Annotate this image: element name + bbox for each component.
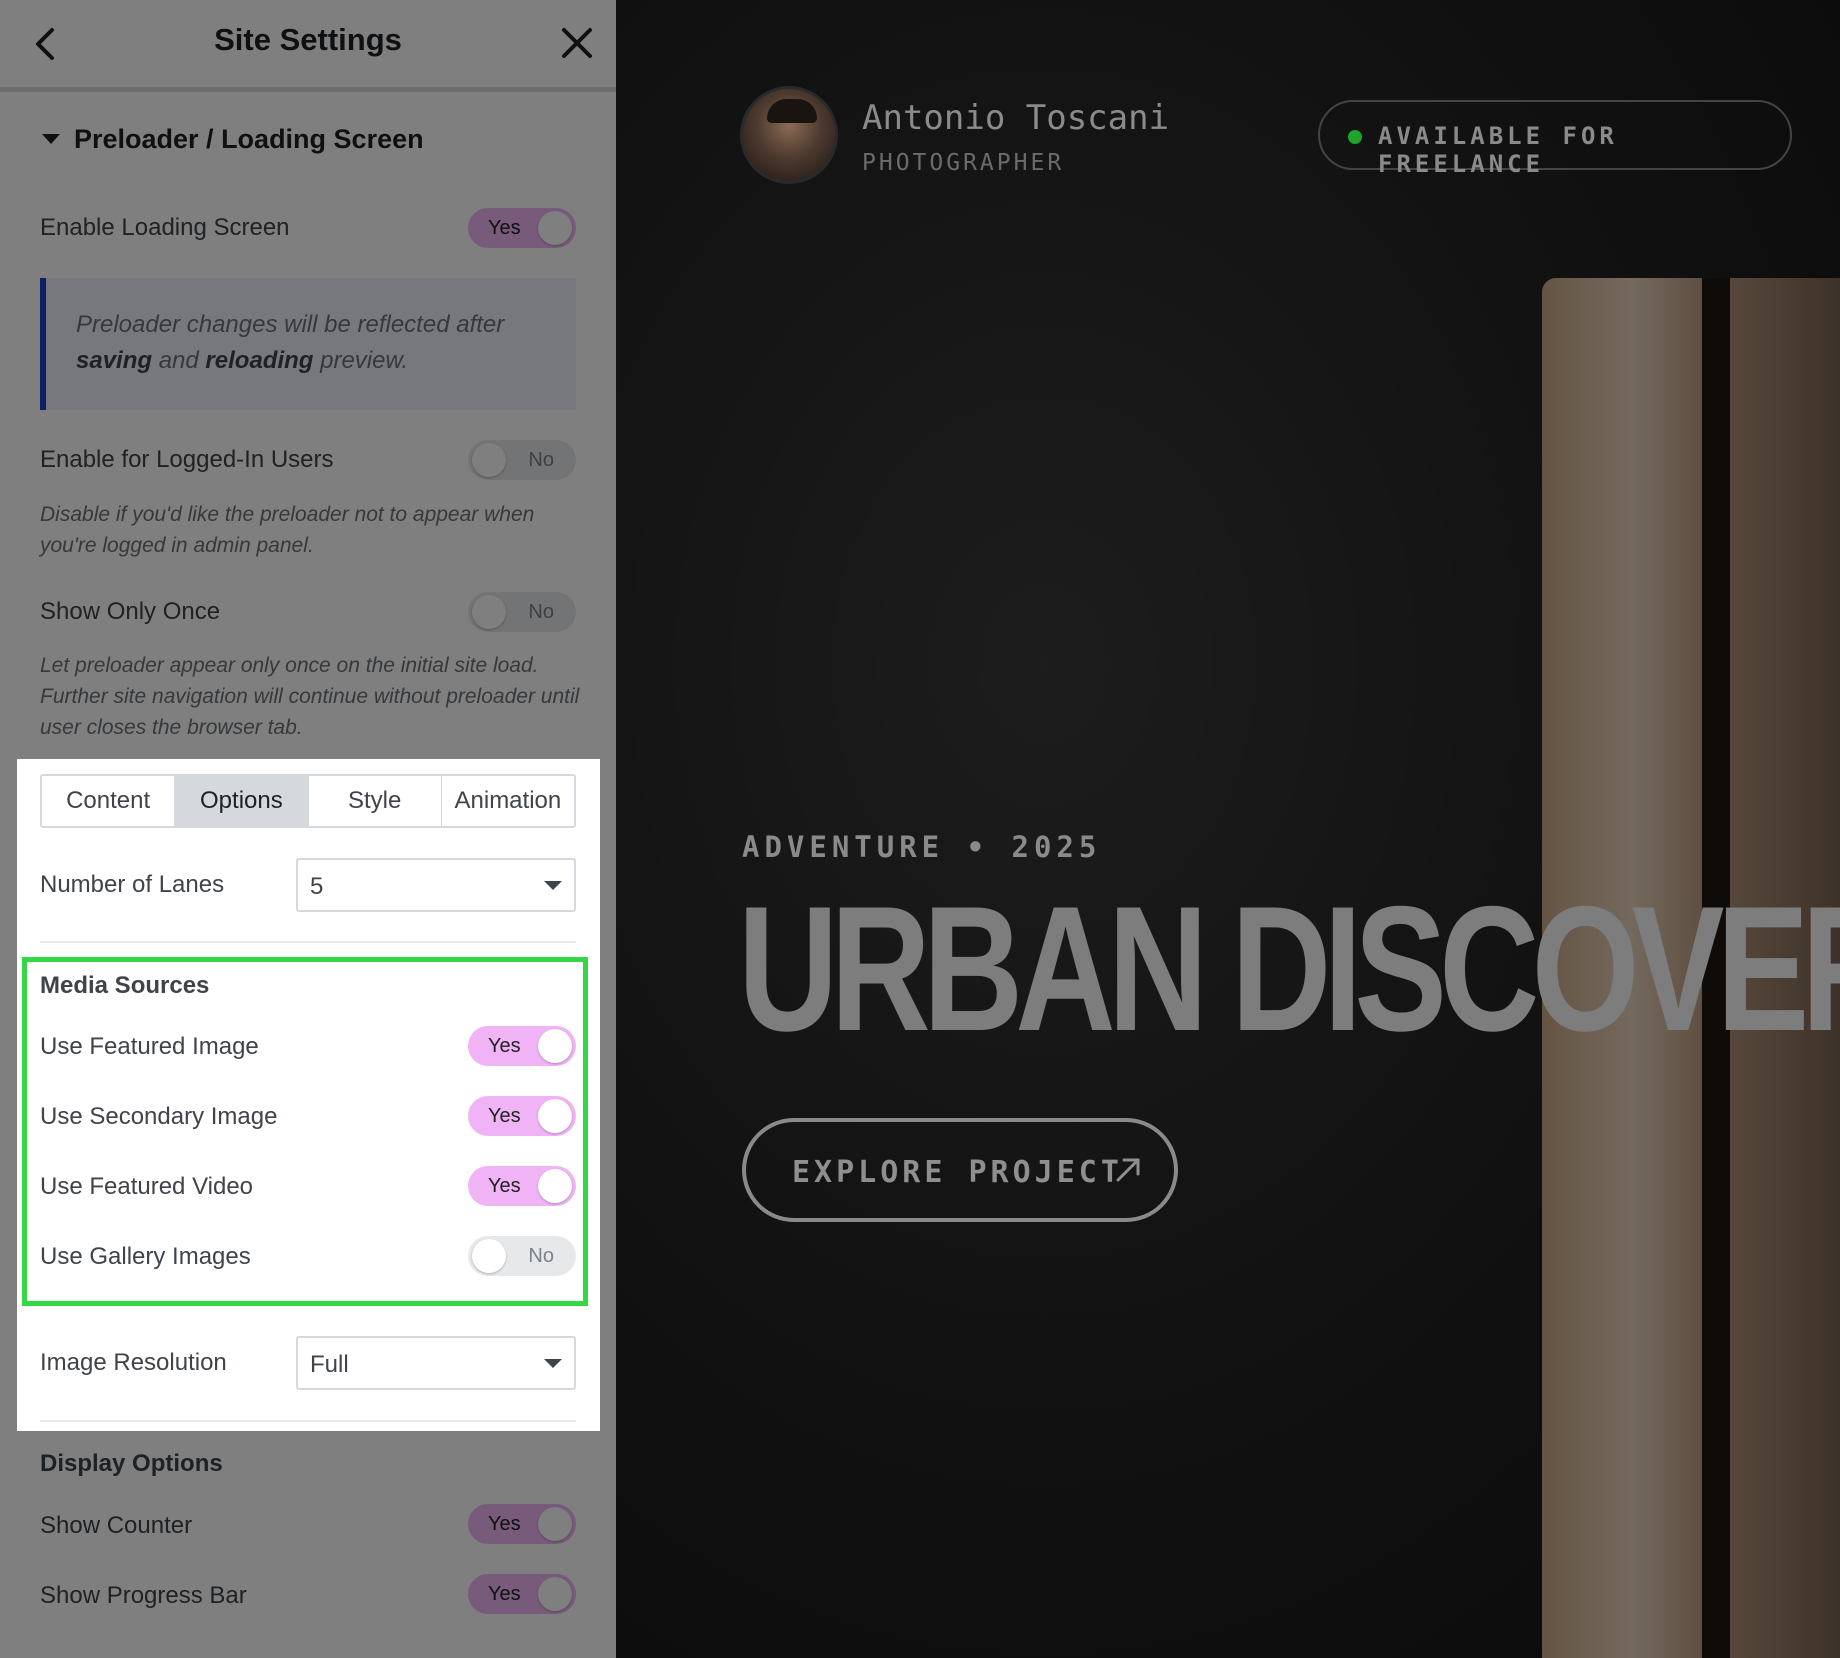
status-dot-icon bbox=[1348, 130, 1362, 144]
tab-options[interactable]: Options bbox=[175, 776, 309, 826]
tab-style[interactable]: Style bbox=[309, 776, 442, 826]
settings-tabs: Content Options Style Animation bbox=[40, 774, 576, 828]
site-preview: Antonio Toscani PHOTOGRAPHER AVAILABLE F… bbox=[616, 0, 1840, 1658]
lanes-label: Number of Lanes bbox=[40, 871, 225, 898]
explore-project-button[interactable]: EXPLORE PROJECT bbox=[742, 1118, 1178, 1222]
lanes-select[interactable]: 5 bbox=[296, 858, 576, 912]
arrow-up-right-icon bbox=[1116, 1158, 1140, 1182]
preview-dim-overlay bbox=[616, 0, 1840, 1658]
cta-label: EXPLORE PROJECT bbox=[792, 1155, 1123, 1190]
resolution-label: Image Resolution bbox=[40, 1349, 227, 1376]
availability-text: AVAILABLE FOR FREELANCE bbox=[1378, 122, 1618, 178]
resolution-select[interactable]: Full bbox=[296, 1336, 576, 1390]
highlight-frame bbox=[22, 957, 588, 1306]
dim-overlay-left bbox=[0, 759, 17, 1431]
project-headline: URBAN DISCOVERIES bbox=[738, 869, 1840, 1068]
tab-content[interactable]: Content bbox=[42, 776, 176, 826]
avatar-hair bbox=[767, 99, 817, 123]
resolution-value: Full bbox=[310, 1351, 349, 1378]
photographer-name: Antonio Toscani bbox=[862, 98, 1170, 138]
divider bbox=[40, 1420, 576, 1422]
lanes-value: 5 bbox=[310, 873, 324, 900]
dim-overlay-top bbox=[0, 0, 616, 759]
photographer-role: PHOTOGRAPHER bbox=[862, 150, 1065, 176]
site-settings-panel: Site Settings Preloader / Loading Screen… bbox=[0, 0, 616, 1658]
divider bbox=[40, 941, 576, 943]
avatar bbox=[740, 86, 838, 184]
dim-overlay-right bbox=[600, 759, 616, 1431]
availability-badge: AVAILABLE FOR FREELANCE bbox=[1318, 100, 1792, 178]
tab-animation[interactable]: Animation bbox=[442, 776, 574, 826]
project-eyebrow: ADVENTURE • 2025 bbox=[742, 830, 1102, 864]
dropdown-arrow-icon bbox=[544, 1359, 562, 1368]
dropdown-arrow-icon bbox=[544, 881, 562, 890]
dim-overlay-bottom bbox=[0, 1431, 616, 1658]
